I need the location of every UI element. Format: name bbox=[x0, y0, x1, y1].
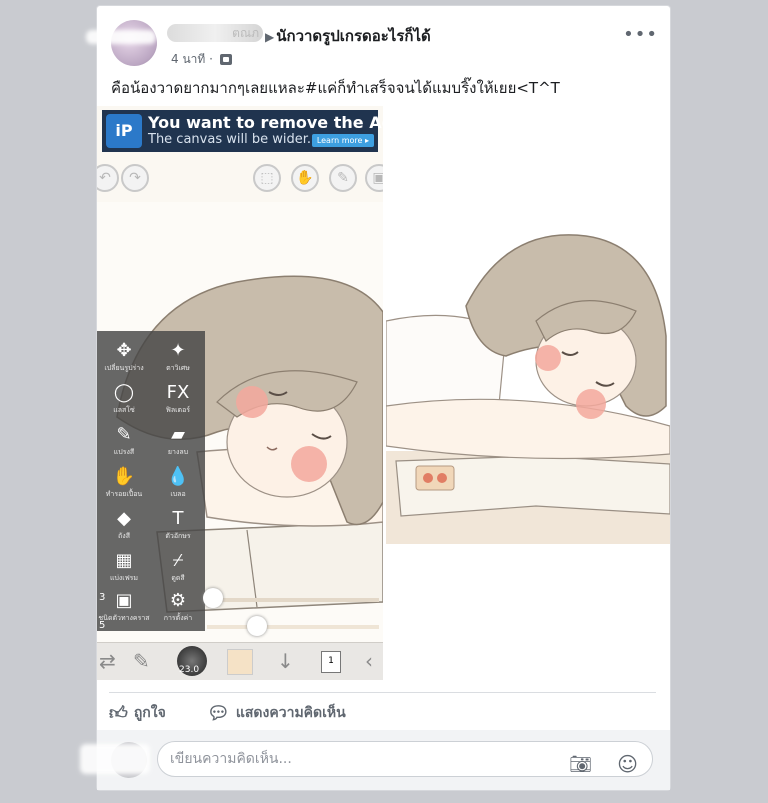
photo-grid: iP You want to remove the Ad? The canvas… bbox=[97, 106, 670, 680]
photo-finished-artwork[interactable] bbox=[386, 106, 670, 680]
sticker-dot-left bbox=[423, 473, 433, 483]
tool-eraser[interactable]: ▰ ยางลบ bbox=[151, 423, 205, 467]
tool-panel: ✥ เปลี่ยนรูปร่าง ✦ ตาวิเศษ ◯ แลสโซ่ FX ฟิลเต… bbox=[97, 331, 205, 631]
photo-app-screenshot[interactable]: iP You want to remove the Ad? The canvas… bbox=[97, 106, 383, 680]
author-name-blurred[interactable]: ตณภ bbox=[167, 24, 263, 42]
group-privacy-icon bbox=[219, 54, 232, 65]
facebook-post-card: ตณภ ▶ นักวาดรูปเกรดอะไรก็ได้ 4 นาที · •••… bbox=[97, 6, 670, 790]
redo-icon[interactable]: ↷ bbox=[121, 164, 149, 192]
magic-wand-icon: ✦ bbox=[170, 340, 186, 361]
frame-divider-icon: ▦ bbox=[115, 550, 133, 571]
transform-icon: ✥ bbox=[116, 340, 132, 361]
ad-banner[interactable]: iP You want to remove the Ad? The canvas… bbox=[102, 110, 383, 152]
brush-icon: ✎ bbox=[116, 424, 132, 445]
sticker-dot-right bbox=[437, 473, 447, 483]
group-name[interactable]: นักวาดรูปเกรดอะไรก็ได้ bbox=[276, 27, 431, 45]
text-icon: T bbox=[172, 508, 184, 529]
group-link[interactable]: ▶ นักวาดรูปเกรดอะไรก็ได้ bbox=[265, 24, 431, 48]
tool-eyedropper[interactable]: ⌿ ดูดสี bbox=[151, 549, 205, 593]
sticker bbox=[415, 465, 455, 491]
post-timestamp[interactable]: 4 นาที bbox=[171, 52, 205, 66]
tool-settings[interactable]: ⚙ การตั้งค่า bbox=[151, 589, 205, 633]
finished-artwork bbox=[386, 106, 670, 544]
reference-icon[interactable]: ▣ bbox=[365, 164, 383, 192]
brush-size-knob[interactable] bbox=[203, 588, 223, 608]
pen-icon[interactable]: ✎ bbox=[329, 164, 357, 192]
like-button[interactable]: 👍︎ ถูกใจ bbox=[109, 702, 166, 724]
hand-icon[interactable]: ✋ bbox=[291, 164, 319, 192]
smudge-icon: ✋ bbox=[112, 466, 136, 487]
like-label: ถูกใจ bbox=[133, 705, 166, 721]
brush-size-slider[interactable] bbox=[207, 598, 379, 602]
comment-placeholder: เขียนความคิดเห็น... bbox=[170, 751, 292, 767]
more-options-button[interactable]: ••• bbox=[623, 24, 658, 45]
layer-number: 1 bbox=[328, 656, 334, 666]
meta-separator: · bbox=[209, 52, 213, 66]
gear-icon: ⚙ bbox=[169, 590, 187, 611]
comment-button[interactable]: 💬︎ แสดงความคิดเห็น bbox=[207, 702, 346, 724]
tool-brush[interactable]: ✎ แปรงสี bbox=[97, 423, 151, 467]
speech-bubble-icon: 💬︎ bbox=[207, 703, 230, 724]
tool-smudge[interactable]: ✋ ทำรอยเปื้อน bbox=[97, 465, 151, 509]
tool-magic-wand[interactable]: ✦ ตาวิเศษ bbox=[151, 339, 205, 383]
blur-drop-icon: 💧 bbox=[166, 466, 190, 487]
ibispaint-logo-icon: iP bbox=[106, 114, 142, 148]
tool-frame-divider[interactable]: ▦ แบ่งเฟรม bbox=[97, 549, 151, 593]
triangle-right-icon: ▶ bbox=[265, 30, 275, 44]
actions-divider bbox=[109, 692, 656, 693]
eraser-icon: ▰ bbox=[171, 424, 185, 445]
left-blush bbox=[236, 386, 268, 418]
brush-size-value: 3 bbox=[99, 592, 106, 603]
redaction-scribble-top bbox=[86, 30, 156, 44]
post-text: คือน้องวาดยากมากๆเลยแหละ#แค่ก็ทำเสร็จจนไ… bbox=[111, 79, 560, 97]
ad-subtitle: The canvas will be wider. bbox=[148, 132, 311, 147]
tool-text[interactable]: T ตัวอักษร bbox=[151, 507, 205, 551]
post-meta: 4 นาที · bbox=[171, 50, 232, 69]
tool-lasso[interactable]: ◯ แลสโซ่ bbox=[97, 381, 151, 425]
comment-input[interactable]: เขียนความคิดเห็น... 📷︎ ☺ bbox=[157, 741, 653, 777]
brush-tool-icon[interactable]: ✎ bbox=[133, 649, 150, 673]
redaction-scribble-bottom bbox=[80, 744, 150, 774]
selection-icon[interactable]: ⬚ bbox=[253, 164, 281, 192]
left-blush bbox=[535, 345, 561, 371]
emoji-icon[interactable]: ☺ bbox=[617, 747, 638, 781]
undo-icon[interactable]: ↶ bbox=[97, 164, 119, 192]
right-blush bbox=[291, 446, 327, 482]
color-swatch[interactable] bbox=[227, 649, 253, 675]
right-blush bbox=[576, 389, 606, 419]
ad-title: You want to remove the Ad? bbox=[148, 113, 383, 132]
thumbs-up-icon: 👍︎ bbox=[109, 703, 128, 724]
tool-filter[interactable]: FX ฟิลเตอร์ bbox=[151, 381, 205, 425]
opacity-knob[interactable] bbox=[247, 616, 267, 636]
opacity-slider[interactable] bbox=[207, 625, 379, 629]
eyedropper-icon: ⌿ bbox=[172, 550, 184, 571]
fill-bucket-icon: ◆ bbox=[117, 508, 131, 529]
filter-icon: FX bbox=[166, 382, 190, 403]
layer-button[interactable]: 1 bbox=[321, 651, 341, 673]
camera-icon[interactable]: 📷︎ bbox=[569, 748, 592, 782]
comment-composer: เขียนความคิดเห็น... 📷︎ ☺ bbox=[97, 730, 670, 790]
tool-fill[interactable]: ◆ ถังสี bbox=[97, 507, 151, 551]
tool-transform[interactable]: ✥ เปลี่ยนรูปร่าง bbox=[97, 339, 151, 383]
brush-preview-number: 23.0 bbox=[179, 665, 200, 675]
app-bottom-toolbar: ⇄ ✎ 23.0 ↓ 1 ‹ bbox=[97, 642, 383, 680]
tool-blur[interactable]: 💧 เบลอ bbox=[151, 465, 205, 509]
ad-learn-more-button[interactable]: Learn more ▸ bbox=[311, 134, 374, 147]
back-arrow-icon[interactable]: ‹ bbox=[365, 649, 373, 673]
comment-label: แสดงความคิดเห็น bbox=[235, 705, 346, 721]
opacity-value: 5 bbox=[99, 620, 106, 631]
lasso-icon: ◯ bbox=[113, 382, 135, 403]
tool-switch-icon[interactable]: ⇄ bbox=[99, 649, 116, 673]
arrow-down-icon[interactable]: ↓ bbox=[277, 649, 294, 673]
